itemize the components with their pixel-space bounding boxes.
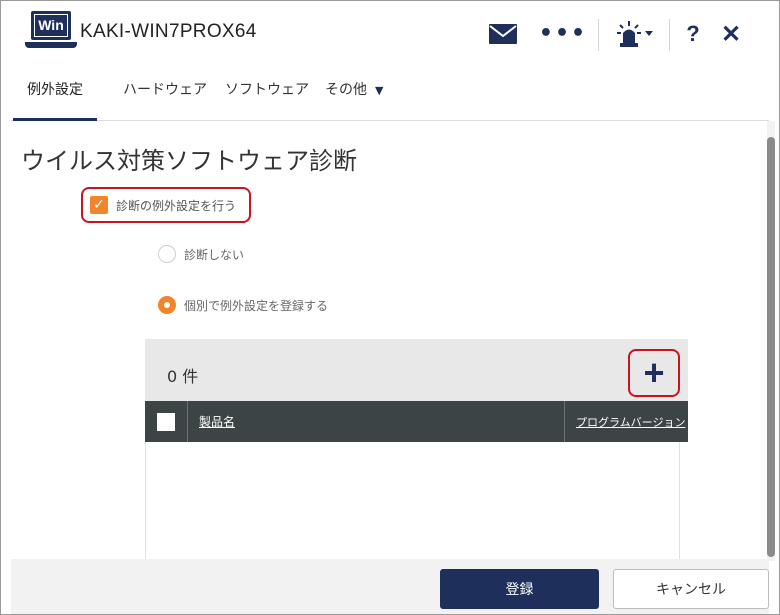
- column-header-program-version[interactable]: プログラムバージョン: [576, 414, 685, 430]
- more-dots-icon[interactable]: •••: [539, 19, 585, 49]
- header-divider: [598, 19, 599, 51]
- caret-down-icon: ▼: [375, 84, 384, 97]
- close-icon[interactable]: ✕: [717, 19, 745, 49]
- exception-checkbox-label[interactable]: 診断の例外設定を行う: [116, 197, 236, 214]
- item-count: 0 件: [167, 367, 199, 386]
- tab-other[interactable]: その他 ▼: [311, 67, 397, 121]
- list-header-panel: [145, 339, 688, 401]
- tab-bar: 例外設定 ハードウェア ソフトウェア その他 ▼: [11, 67, 769, 121]
- exception-checkbox[interactable]: ✓: [90, 196, 108, 214]
- select-all-checkbox[interactable]: [157, 413, 175, 431]
- radio-individual-exception[interactable]: [158, 296, 176, 314]
- radio-no-diagnosis-label[interactable]: 診断しない: [184, 246, 244, 263]
- cancel-button[interactable]: キャンセル: [613, 569, 769, 609]
- column-divider: [187, 401, 188, 442]
- help-icon[interactable]: ?: [681, 19, 705, 49]
- column-header-product-name[interactable]: 製品名: [199, 413, 235, 430]
- register-button[interactable]: 登録: [440, 569, 599, 609]
- tab-hardware[interactable]: ハードウェア: [109, 67, 221, 121]
- table-body: [145, 442, 680, 572]
- radio-no-diagnosis[interactable]: [158, 245, 176, 263]
- win-pc-icon: Win: [25, 11, 77, 55]
- hostname-title: KAKI-WIN7PROX64: [80, 21, 257, 42]
- scrollbar-thumb[interactable]: [767, 137, 775, 557]
- radio-individual-exception-label[interactable]: 個別で例外設定を登録する: [184, 297, 328, 314]
- column-divider: [564, 401, 565, 442]
- mail-icon[interactable]: [487, 19, 519, 49]
- header-divider: [669, 19, 670, 51]
- window-frame: Win KAKI-WIN7PROX64 ••• ? ✕ 例外設定 ハードウェア …: [0, 0, 780, 615]
- tab-exception-settings[interactable]: 例外設定: [13, 67, 97, 121]
- tab-software[interactable]: ソフトウェア: [211, 67, 323, 121]
- siren-alert-icon[interactable]: [613, 19, 659, 49]
- logo-base: [25, 42, 77, 48]
- plus-icon[interactable]: +: [637, 355, 671, 391]
- page-title: ウイルス対策ソフトウェア診断: [21, 147, 357, 175]
- app-header: Win KAKI-WIN7PROX64 ••• ? ✕: [1, 1, 779, 65]
- logo-screen: Win: [31, 11, 71, 40]
- logo-text: Win: [34, 14, 68, 37]
- tab-other-label: その他: [325, 82, 367, 98]
